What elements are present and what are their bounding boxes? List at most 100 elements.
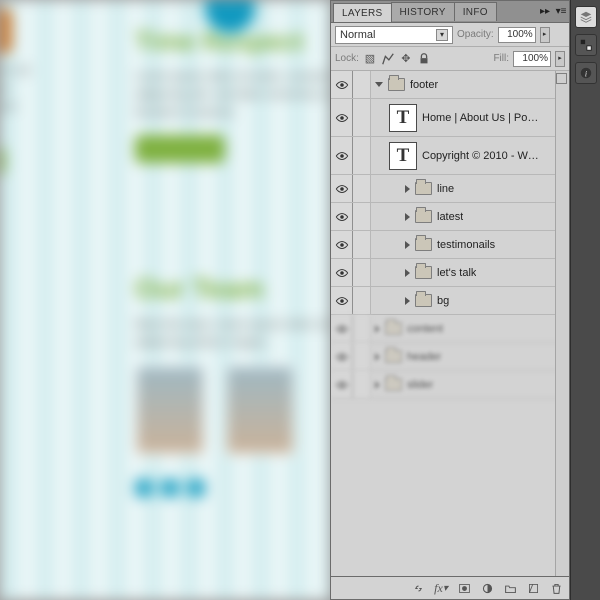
layer-row-txt-nav[interactable]: T Home | About Us | Portf... (331, 99, 569, 137)
adjustment-layer-icon[interactable] (480, 581, 494, 595)
folder-icon (415, 182, 432, 195)
layer-gutter (353, 259, 371, 286)
blend-mode-select[interactable]: Normal ▾ (335, 26, 453, 44)
visibility-toggle[interactable] (331, 71, 353, 98)
layers-panel: LAYERS HISTORY INFO ▸▸ ▾≡ Normal ▾ Opaci… (330, 0, 570, 600)
folder-icon (385, 322, 402, 335)
visibility-toggle[interactable] (331, 259, 353, 286)
tab-info[interactable]: INFO (454, 2, 497, 21)
folder-icon (415, 238, 432, 251)
panel-menu-icon[interactable]: ▾≡ (553, 6, 569, 17)
opacity-label: Opacity: (457, 29, 494, 40)
lock-label: Lock: (335, 53, 359, 64)
collapsed-panel-dock: i (570, 0, 600, 600)
layer-row-blur1[interactable]: content (331, 315, 569, 343)
visibility-toggle[interactable] (331, 231, 353, 258)
folder-icon (415, 266, 432, 279)
layer-gutter (353, 343, 371, 370)
panel-footer: fx▾ (331, 577, 569, 599)
layer-tree[interactable]: footer T Home | About Us | Portf... T Copyri… (331, 71, 569, 577)
layer-row-testi[interactable]: testimonails (331, 231, 569, 259)
layer-gutter (353, 315, 371, 342)
layer-mask-icon[interactable] (457, 581, 471, 595)
blend-mode-value: Normal (340, 29, 375, 41)
disclosure-right-icon[interactable] (405, 213, 410, 221)
lock-pixels-icon[interactable] (381, 52, 395, 66)
layer-name[interactable]: footer (410, 79, 438, 91)
fill-label: Fill: (493, 53, 509, 64)
layer-row-bg[interactable]: bg (331, 287, 569, 315)
folder-icon (385, 350, 402, 363)
layer-row-letstalk[interactable]: let's talk (331, 259, 569, 287)
layer-name[interactable]: content (407, 323, 443, 335)
layer-gutter (353, 203, 371, 230)
folder-icon (415, 210, 432, 223)
visibility-toggle[interactable] (331, 371, 353, 398)
text-layer-thumb: T (389, 104, 417, 132)
panel-tabs: LAYERS HISTORY INFO ▸▸ ▾≡ (331, 1, 569, 23)
swatches-dock-icon[interactable] (575, 34, 597, 56)
visibility-toggle[interactable] (331, 287, 353, 314)
layer-gutter (353, 231, 371, 258)
layer-gutter (353, 287, 371, 314)
link-layers-icon[interactable] (411, 581, 425, 595)
layer-row-blur2[interactable]: header (331, 343, 569, 371)
layer-name[interactable]: let's talk (437, 267, 476, 279)
text-layer-thumb: T (389, 142, 417, 170)
layers-dock-icon[interactable] (575, 6, 597, 28)
layer-gutter (353, 99, 371, 136)
folder-icon (415, 294, 432, 307)
layer-gutter (353, 371, 371, 398)
info-dock-icon[interactable]: i (575, 62, 597, 84)
lock-transparency-icon[interactable]: ▧ (363, 52, 377, 66)
layer-gutter (353, 71, 371, 98)
layer-style-icon[interactable]: fx▾ (434, 581, 448, 595)
layer-name[interactable]: line (437, 183, 454, 195)
folder-icon (388, 78, 405, 91)
canvas-preview: Info Lorem ipsum dolor sit amet, consect… (0, 0, 330, 600)
lock-position-icon[interactable]: ✥ (399, 52, 413, 66)
layer-row-txt-copy[interactable]: T Copyright © 2010 - Web... (331, 137, 569, 175)
lock-icons: ▧ ✥ (363, 52, 431, 66)
tab-layers[interactable]: LAYERS (333, 3, 392, 22)
disclosure-right-icon[interactable] (405, 241, 410, 249)
disclosure-right-icon[interactable] (405, 269, 410, 277)
visibility-toggle[interactable] (331, 175, 353, 202)
visibility-toggle[interactable] (331, 343, 353, 370)
layer-name[interactable]: Copyright © 2010 - Web... (422, 150, 542, 162)
opacity-input[interactable]: 100% (498, 27, 536, 43)
layer-name[interactable]: Home | About Us | Portf... (422, 112, 542, 124)
visibility-toggle[interactable] (331, 203, 353, 230)
layer-row-line[interactable]: line (331, 175, 569, 203)
fill-flyout[interactable]: ▸ (555, 51, 565, 67)
collapse-icon[interactable]: ▸▸ (537, 6, 553, 17)
layer-name[interactable]: latest (437, 211, 463, 223)
delete-layer-icon[interactable] (549, 581, 563, 595)
layer-row-blur3[interactable]: slider (331, 371, 569, 399)
layer-gutter (353, 175, 371, 202)
disclosure-right-icon[interactable] (375, 325, 380, 333)
layer-name[interactable]: slider (407, 379, 433, 391)
layer-name[interactable]: header (407, 351, 441, 363)
chevron-down-icon: ▾ (436, 29, 448, 41)
disclosure-right-icon[interactable] (375, 353, 380, 361)
layer-row-footer[interactable]: footer (331, 71, 569, 99)
tab-history[interactable]: HISTORY (391, 2, 455, 21)
layer-gutter (353, 137, 371, 174)
fill-input[interactable]: 100% (513, 51, 551, 67)
lock-all-icon[interactable] (417, 52, 431, 66)
new-layer-icon[interactable] (526, 581, 540, 595)
disclosure-right-icon[interactable] (405, 297, 410, 305)
disclosure-right-icon[interactable] (375, 381, 380, 389)
layer-name[interactable]: bg (437, 295, 449, 307)
opacity-flyout[interactable]: ▸ (540, 27, 550, 43)
visibility-toggle[interactable] (331, 315, 353, 342)
layer-name[interactable]: testimonails (437, 239, 495, 251)
visibility-toggle[interactable] (331, 137, 353, 174)
folder-icon (385, 378, 402, 391)
visibility-toggle[interactable] (331, 99, 353, 136)
layer-row-latest[interactable]: latest (331, 203, 569, 231)
new-group-icon[interactable] (503, 581, 517, 595)
disclosure-right-icon[interactable] (405, 185, 410, 193)
disclosure-down-icon[interactable] (375, 82, 383, 87)
